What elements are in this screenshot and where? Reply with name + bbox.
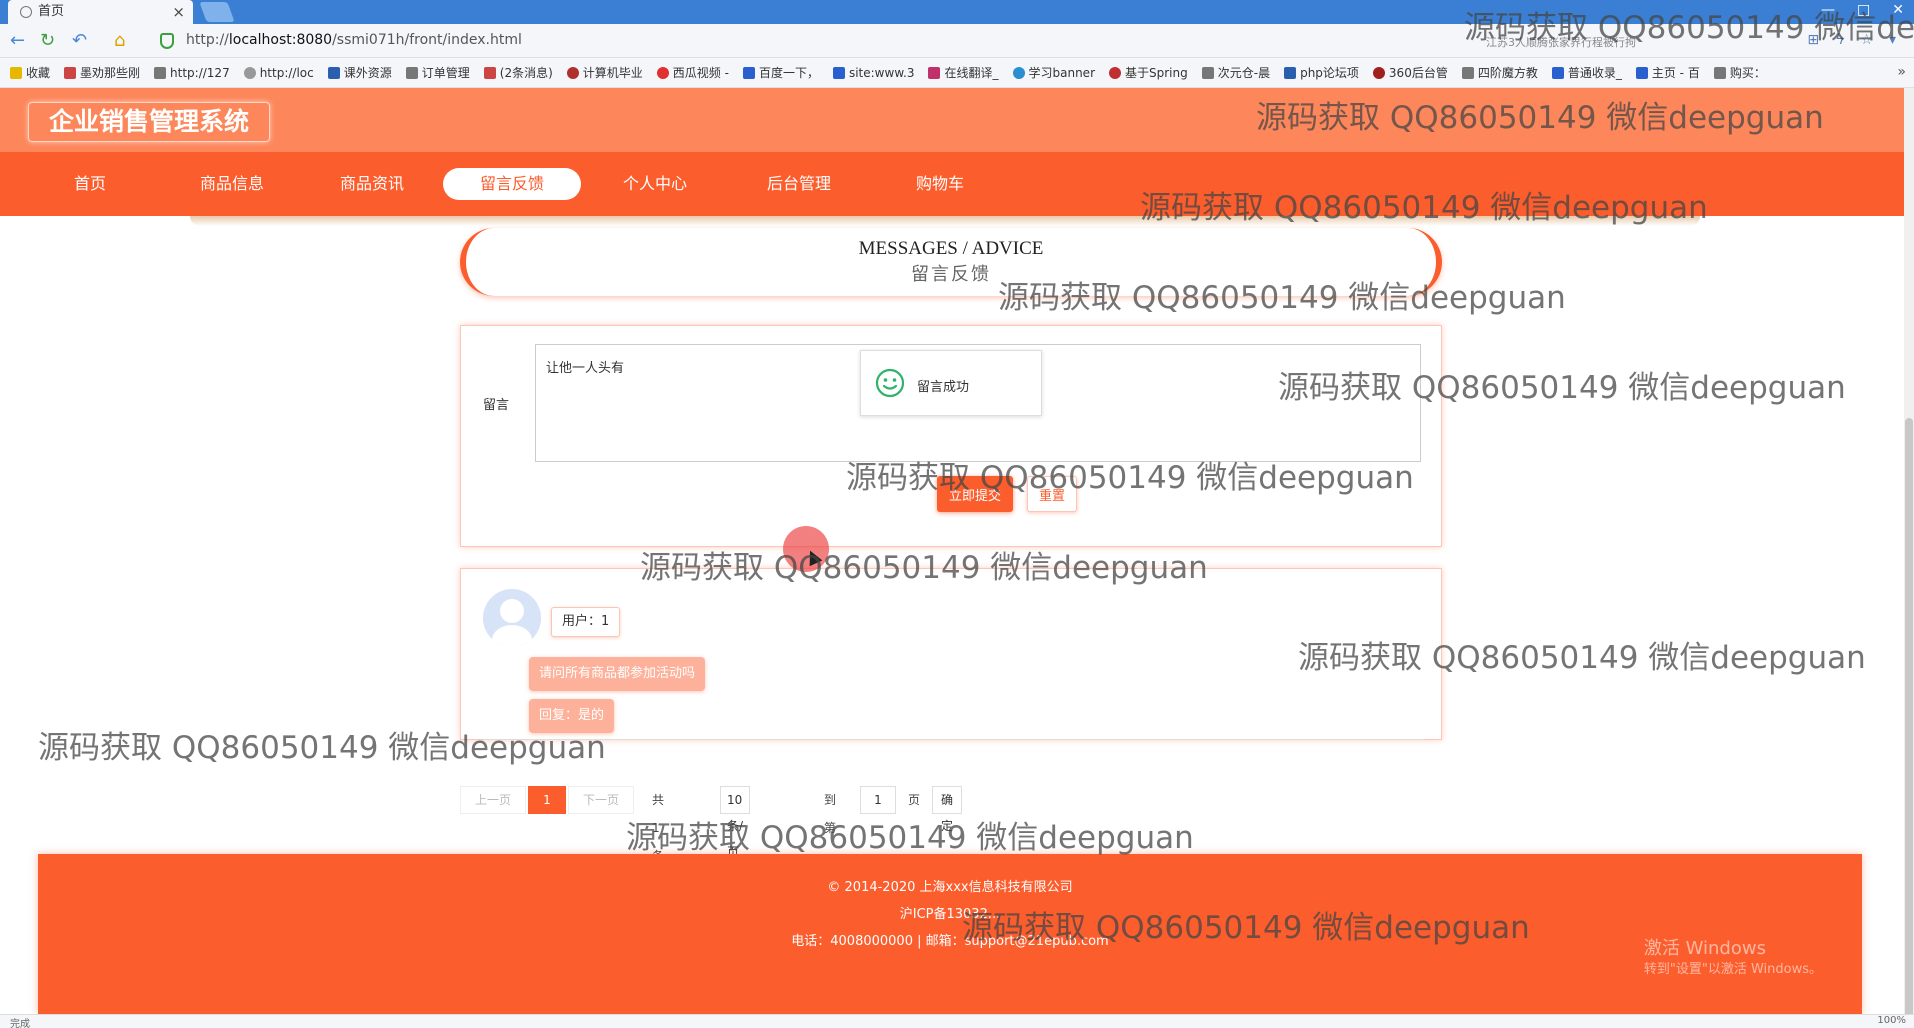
site-header: 企业销售管理系统 <box>0 88 1904 152</box>
bookmark-item[interactable]: http://127 <box>154 66 230 80</box>
goto-label: 到第 <box>824 793 837 835</box>
site-navbar: 首页 商品信息 商品资讯 留言反馈 个人中心 后台管理 购物车 <box>0 152 1904 216</box>
banner-strip <box>190 216 1700 226</box>
footer-copyright: © 2014-2020 上海xxx信息科技有限公司 <box>827 880 1073 895</box>
toast-text: 留言成功 <box>917 380 970 395</box>
bookmark-item[interactable]: 普通收录_ <box>1551 64 1622 81</box>
avatar-head-shape <box>500 599 524 623</box>
section-title-cn: 留言反馈 <box>911 264 991 284</box>
bookmarks-more-icon[interactable]: » <box>1897 64 1906 80</box>
bookmark-item[interactable]: 百度一下， <box>742 64 819 81</box>
bookmark-item[interactable]: 收藏 <box>10 64 50 81</box>
site-logo[interactable]: 企业销售管理系统 <box>28 102 271 142</box>
cursor-highlight <box>783 526 829 572</box>
browser-tab[interactable]: 首页 × <box>8 0 193 24</box>
toolbar-icons: ⊞ ϟ ☆ ▾ <box>1807 32 1896 48</box>
lightning-icon[interactable]: ϟ <box>1835 32 1844 48</box>
success-toast: 留言成功 <box>860 350 1042 416</box>
bookmark-item[interactable]: 基于Spring <box>1109 64 1188 81</box>
chevron-down-icon[interactable]: ▾ <box>1889 32 1896 48</box>
refresh-icon[interactable]: ↻ <box>40 30 55 51</box>
nav-cart[interactable]: 购物车 <box>900 168 980 200</box>
bookmark-item[interactable]: 购买： <box>1713 64 1766 81</box>
grid-icon[interactable]: ⊞ <box>1807 32 1819 48</box>
message-form: 留言 让他一人头有 留言成功 立即提交 重置 <box>460 325 1442 547</box>
smile-icon <box>875 368 905 398</box>
next-page-button[interactable]: 下一页 <box>568 786 634 814</box>
windows-activation-notice: 激活 Windows 转到"设置"以激活 Windows。 <box>1643 938 1822 977</box>
tab-title: 首页 <box>38 4 65 19</box>
bookmark-item[interactable]: 墨劝那些刚 <box>64 64 140 81</box>
nav-admin[interactable]: 后台管理 <box>754 168 844 200</box>
nav-home[interactable]: 首页 <box>70 168 110 200</box>
prev-page-button[interactable]: 上一页 <box>460 786 526 814</box>
nav-news[interactable]: 商品资讯 <box>330 168 414 200</box>
bookmark-item[interactable]: 360后台管 <box>1372 64 1448 81</box>
bookmark-item[interactable]: 课外资源 <box>327 64 392 81</box>
page-unit: 页 <box>908 793 921 807</box>
zoom-level[interactable]: 100% <box>1877 1015 1906 1026</box>
bookmark-item[interactable]: 订单管理 <box>405 64 470 81</box>
nav-profile[interactable]: 个人中心 <box>610 168 700 200</box>
message-content: 请问所有商品都参加活动吗 <box>529 657 706 691</box>
avatar <box>483 589 541 647</box>
site-footer: © 2014-2020 上海xxx信息科技有限公司 沪ICP备13032... … <box>38 854 1862 1014</box>
submit-button[interactable]: 立即提交 <box>937 476 1013 512</box>
nav-messages[interactable]: 留言反馈 <box>443 168 581 200</box>
address-bar: ← ↻ ↶ ⌂ http://localhost:8080/ssmi071h/f… <box>0 24 1914 58</box>
per-page-select[interactable]: 10 条/页 ▾ <box>720 786 751 885</box>
bookmark-item[interactable]: http://loc <box>243 66 314 80</box>
back-icon[interactable]: ← <box>10 30 25 51</box>
goto-page-input[interactable]: 1 <box>860 786 896 814</box>
web-page: 企业销售管理系统 首页 商品信息 商品资讯 留言反馈 个人中心 后台管理 购物车… <box>0 88 1904 1014</box>
status-text: 完成 <box>10 1019 30 1028</box>
close-tab-icon[interactable]: × <box>172 0 185 24</box>
bookmark-item[interactable]: 学习banner <box>1012 64 1095 81</box>
divider <box>483 739 1423 740</box>
section-title-en: MESSAGES / ADVICE <box>858 238 1044 259</box>
current-page[interactable]: 1 <box>528 786 566 814</box>
section-title: MESSAGES / ADVICE 留言反馈 <box>460 228 1442 296</box>
bookmark-item[interactable]: site:www.3 <box>832 66 914 80</box>
browser-statusbar: 完成 100% <box>0 1014 1914 1028</box>
undo-icon[interactable]: ↶ <box>72 30 87 51</box>
star-icon[interactable]: ☆ <box>1860 32 1873 48</box>
scrollbar-thumb[interactable] <box>1905 418 1913 1018</box>
new-tab-button[interactable] <box>199 2 235 22</box>
close-window-icon[interactable]: ✕ <box>1892 2 1904 18</box>
message-label: 留言 <box>483 398 510 413</box>
bookmarks-bar: 收藏 墨劝那些刚 http://127 http://loc 课外资源 订单管理… <box>0 58 1914 88</box>
page-icon <box>20 6 32 18</box>
minimize-icon[interactable]: — <box>1821 2 1835 18</box>
message-reply: 回复：是的 <box>529 699 615 733</box>
nav-products[interactable]: 商品信息 <box>190 168 274 200</box>
confirm-button[interactable]: 确定 <box>932 786 963 833</box>
user-name-tag: 用户：1 <box>551 607 621 637</box>
url-field[interactable]: http://localhost:8080/ssmi071h/front/ind… <box>186 32 522 48</box>
bookmark-item[interactable]: 在线翻译_ <box>928 64 999 81</box>
scrollbar[interactable] <box>1904 88 1914 1018</box>
maximize-icon[interactable]: □ <box>1857 2 1870 18</box>
bookmark-item[interactable]: 次元仓-晨 <box>1201 64 1270 81</box>
home-icon[interactable]: ⌂ <box>114 30 125 51</box>
footer-icp: 沪ICP备13032... <box>899 907 1001 922</box>
browser-tabbar: 首页 × — □ ✕ <box>0 0 1914 24</box>
security-shield-icon <box>160 33 174 49</box>
address-hint: 江苏3人顺腾张家界行程被行拘 <box>1486 36 1636 49</box>
window-controls: — □ ✕ <box>1821 2 1904 18</box>
bookmark-item[interactable]: 计算机毕业 <box>566 64 643 81</box>
reset-button[interactable]: 重置 <box>1027 476 1077 512</box>
footer-contact: 电话：4008000000 | 邮箱：support@21epub.com <box>791 934 1109 949</box>
bookmark-item[interactable]: 西瓜视频 - <box>656 64 729 81</box>
bookmark-item[interactable]: php论坛项 <box>1284 64 1359 81</box>
avatar-body-shape <box>492 625 532 647</box>
bookmark-item[interactable]: (2条消息) <box>483 64 553 81</box>
bookmark-item[interactable]: 四阶魔方教 <box>1461 64 1538 81</box>
bookmark-item[interactable]: 主页 - 百 <box>1635 64 1700 81</box>
message-list: 用户：1 请问所有商品都参加活动吗 回复：是的 <box>460 568 1442 740</box>
